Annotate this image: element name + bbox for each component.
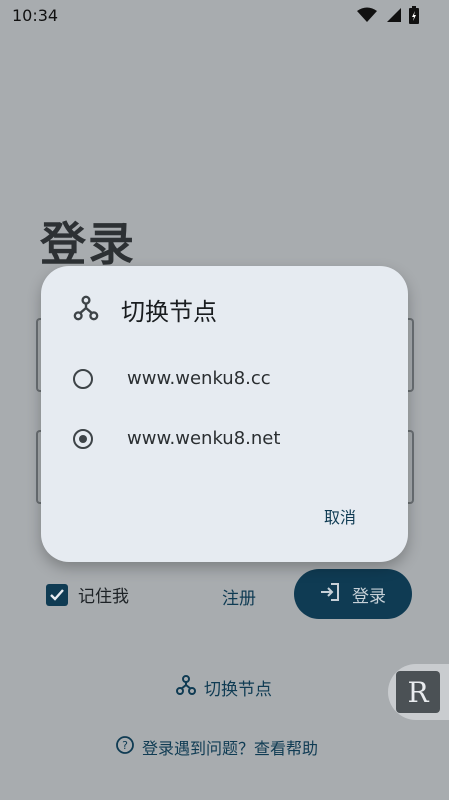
node-option-net[interactable]: www.wenku8.net xyxy=(73,428,280,449)
dialog-header: 切换节点 xyxy=(73,292,217,327)
help-link[interactable]: ? 登录遇到问题？查看帮助 xyxy=(116,735,318,759)
switch-node-dialog: 切换节点 www.wenku8.cc www.wenku8.net 取消 xyxy=(41,266,408,562)
remember-me-row[interactable]: 记住我 xyxy=(46,582,129,607)
login-button-label: 登录 xyxy=(352,586,386,607)
option-label: www.wenku8.net xyxy=(127,428,281,449)
login-button[interactable]: 登录 xyxy=(294,569,412,619)
radio-button-selected[interactable] xyxy=(73,428,93,449)
switch-node-link[interactable]: 切换节点 xyxy=(176,675,272,700)
battery-charging-icon xyxy=(409,6,419,24)
signal-icon xyxy=(385,7,401,23)
cancel-button[interactable]: 取消 xyxy=(324,504,356,528)
help-icon: ? xyxy=(116,736,134,758)
help-link-label: 登录遇到问题？查看帮助 xyxy=(142,739,319,758)
r-logo-icon: R xyxy=(396,671,440,713)
login-screen: 10:34 登录 记住我 注册 登录 切换节点 ? 登录遇到问题？查看帮助 R … xyxy=(0,0,449,800)
check-icon xyxy=(50,588,64,601)
register-link[interactable]: 注册 xyxy=(222,584,256,609)
svg-text:?: ? xyxy=(122,739,128,752)
dialog-title: 切换节点 xyxy=(121,298,217,326)
node-option-cc[interactable]: www.wenku8.cc xyxy=(73,368,271,389)
node-icon xyxy=(176,675,196,700)
switch-node-label: 切换节点 xyxy=(204,680,272,700)
login-icon xyxy=(320,582,340,606)
remember-me-checkbox[interactable] xyxy=(46,583,68,606)
status-time: 10:34 xyxy=(12,6,59,25)
status-bar: 10:34 xyxy=(0,0,449,32)
floating-app-button[interactable]: R xyxy=(388,664,449,720)
node-icon xyxy=(73,295,99,325)
option-label: www.wenku8.cc xyxy=(127,368,271,389)
radio-button[interactable] xyxy=(73,368,93,389)
status-icons xyxy=(357,6,419,24)
remember-me-label: 记住我 xyxy=(78,587,129,607)
wifi-icon xyxy=(357,7,377,23)
page-title: 登录 xyxy=(40,217,136,271)
